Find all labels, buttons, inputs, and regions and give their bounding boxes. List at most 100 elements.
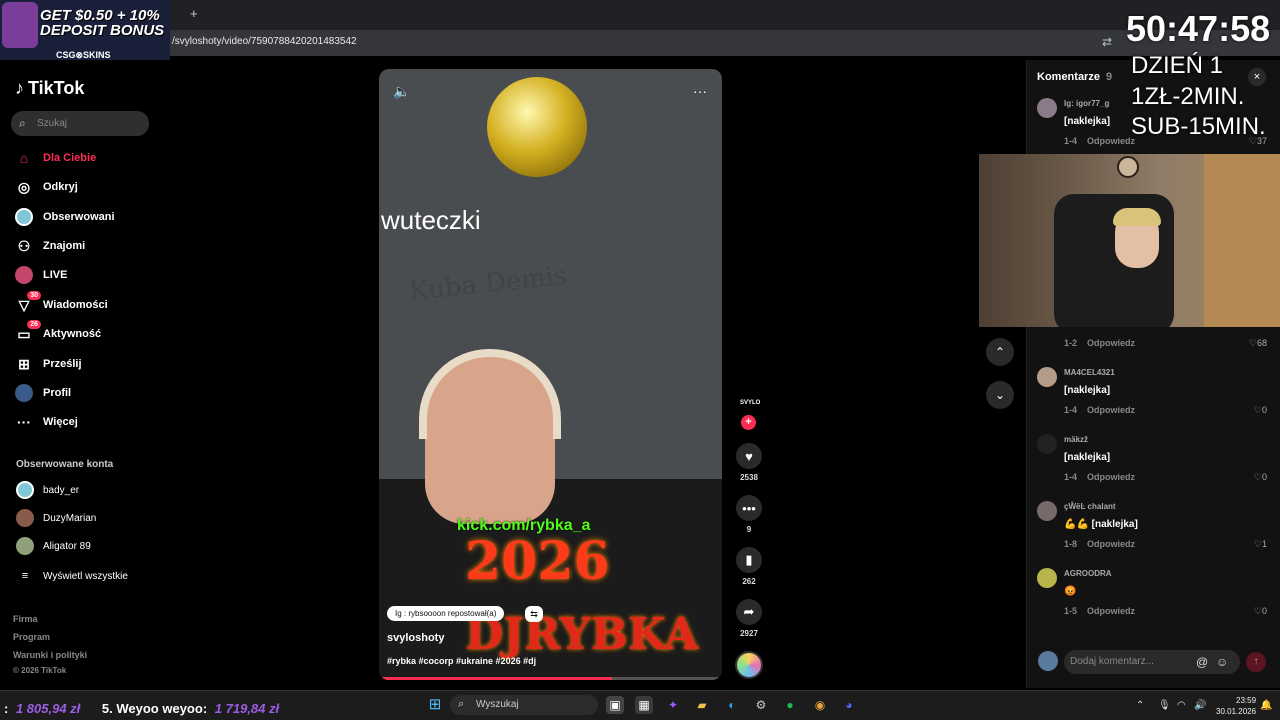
volume-icon[interactable]: 🔊: [1194, 700, 1206, 711]
video-hashtags[interactable]: #rybka #cocorp #ukraine #2026 #dj: [387, 656, 536, 666]
comment-like[interactable]: ♡0: [1254, 405, 1267, 416]
avatar[interactable]: [1037, 568, 1057, 588]
avatar[interactable]: [1037, 367, 1057, 387]
notification-icon[interactable]: 🔔: [1260, 700, 1272, 711]
reply-button[interactable]: Odpowiedz: [1087, 472, 1135, 482]
comment-username[interactable]: mäkzž: [1064, 435, 1088, 444]
chrome-icon[interactable]: ◉: [811, 696, 829, 714]
reply-button[interactable]: Odpowiedz: [1087, 338, 1135, 348]
save-action[interactable]: ▮ 262: [736, 547, 762, 586]
video-author[interactable]: svyloshoty: [387, 632, 444, 644]
messages-badge: 30: [27, 291, 41, 300]
comment-like-count: 68: [1256, 338, 1267, 348]
comment-icon[interactable]: •••: [736, 495, 762, 521]
ad-banner[interactable]: GET $0.50 + 10% DEPOSIT BONUS CSG⊗SKINS: [0, 0, 170, 60]
comment-like[interactable]: ♡0: [1254, 606, 1267, 617]
taskbar-clock[interactable]: 23:59 30.01.2026: [1216, 695, 1256, 717]
taskbar-search[interactable]: ⌕ Wyszukaj: [450, 695, 598, 715]
clock-time: 23:59: [1236, 696, 1257, 705]
sidebar-item-live[interactable]: LIVE: [15, 264, 67, 286]
emoji-icon[interactable]: ☺: [1216, 655, 1228, 669]
task-view-icon[interactable]: ▣: [606, 696, 624, 714]
comment-username[interactable]: çŴëĿ chalant: [1064, 502, 1116, 511]
sidebar-item-label: Wiadomości: [43, 299, 108, 311]
spotify-icon[interactable]: ●: [781, 696, 799, 714]
sidebar-item-more[interactable]: ··· Więcej: [15, 411, 78, 433]
steam-icon[interactable]: ⚙: [752, 696, 770, 714]
file-explorer-icon[interactable]: ▰: [693, 696, 711, 714]
search-icon: ⌕: [458, 698, 465, 710]
show-all-label: Wyświetl wszystkie: [43, 570, 128, 582]
avatar[interactable]: [1037, 501, 1057, 521]
sidebar-item-activity[interactable]: ▭ 26 Aktywność: [15, 320, 101, 345]
copilot-icon[interactable]: ✦: [664, 696, 682, 714]
repost-icon[interactable]: ⇆: [525, 606, 543, 622]
sidebar-item-for-you[interactable]: ⌂ Dla Ciebie: [15, 147, 96, 169]
sidebar-item-upload[interactable]: ⊞ Prześlij: [15, 353, 81, 375]
url-text[interactable]: /svyloshoty/video/7590788420201483542: [172, 36, 357, 47]
comment-like[interactable]: ♡1: [1254, 539, 1267, 550]
comment-input[interactable]: Dodaj komentarz... @ ☺: [1064, 650, 1240, 674]
post-comment-button[interactable]: ↑: [1246, 652, 1266, 672]
avatar[interactable]: [1037, 434, 1057, 454]
clock-date: 30.01.2026: [1216, 707, 1257, 716]
followed-account-name: Aligator 89: [43, 540, 91, 552]
more-options-icon[interactable]: ···: [693, 83, 707, 99]
comment-username[interactable]: AGROODRA: [1064, 569, 1112, 578]
close-comments-button[interactable]: ×: [1248, 68, 1266, 86]
followed-account[interactable]: bady_er: [16, 481, 79, 499]
footer-link-terms[interactable]: Warunki i polityki: [13, 650, 87, 660]
comment-action[interactable]: ••• 9: [736, 495, 762, 534]
sidebar-item-profile[interactable]: Profil: [15, 382, 71, 404]
volume-icon[interactable]: 🔈: [393, 83, 410, 100]
discord-icon[interactable]: ◕: [840, 696, 858, 714]
next-video-button[interactable]: ⌄: [986, 381, 1014, 409]
translate-icon[interactable]: ⇄: [1102, 35, 1112, 49]
music-disc-icon[interactable]: [735, 651, 763, 679]
store-icon[interactable]: ▦: [635, 696, 653, 714]
comment-like[interactable]: ♡0: [1254, 472, 1267, 483]
video-progress-fill: [379, 677, 613, 680]
chevron-down-icon: ⌄: [994, 388, 1006, 402]
previous-video-button[interactable]: ⌃: [986, 338, 1014, 366]
video-progress-bar[interactable]: [379, 677, 722, 680]
like-action[interactable]: ♥ 2538: [736, 443, 762, 482]
stream-rate: 1ZŁ-2MIN.: [1131, 83, 1245, 110]
reply-button[interactable]: Odpowiedz: [1087, 136, 1135, 146]
sidebar-item-label: Profil: [43, 387, 72, 399]
sidebar-item-explore[interactable]: ◎ Odkryj: [15, 176, 78, 198]
tray-overflow-icon[interactable]: ⌃: [1136, 700, 1144, 711]
follow-plus-button[interactable]: +: [741, 415, 756, 430]
mention-icon[interactable]: @: [1196, 655, 1208, 669]
comment-like[interactable]: ♡68: [1249, 338, 1267, 349]
comment-placeholder: Dodaj komentarz...: [1070, 656, 1154, 667]
comment-username[interactable]: Ig: igor77_g: [1064, 99, 1109, 108]
sidebar-item-following[interactable]: Obserwowani: [15, 206, 115, 228]
tiktok-logo[interactable]: ♪ TikTok: [15, 78, 84, 99]
new-tab-button[interactable]: +: [190, 6, 198, 21]
heart-icon[interactable]: ♥: [736, 443, 762, 469]
sidebar-item-friends[interactable]: ⚇ Znajomi: [15, 235, 85, 257]
reply-button[interactable]: Odpowiedz: [1087, 539, 1135, 549]
followed-account[interactable]: Aligator 89: [16, 537, 91, 555]
reply-button[interactable]: Odpowiedz: [1087, 405, 1135, 415]
repost-label[interactable]: Ig : rybsoooon repostował(a): [387, 606, 505, 621]
followed-account[interactable]: DuzyMarian: [16, 509, 96, 527]
share-icon[interactable]: ➦: [736, 599, 762, 625]
footer-link-company[interactable]: Firma: [13, 614, 38, 624]
share-action[interactable]: ➦ 2927: [736, 599, 762, 638]
creator-avatar[interactable]: SVYLO: [740, 400, 760, 406]
edge-icon[interactable]: ◐: [723, 696, 741, 714]
show-all-following-button[interactable]: ≡ Wyświetl wszystkie: [16, 570, 128, 582]
search-input[interactable]: ⌕ Szukaj: [11, 111, 149, 136]
sidebar-item-messages[interactable]: ▽ 30 Wiadomości: [15, 291, 108, 316]
footer-link-program[interactable]: Program: [13, 632, 50, 642]
microphone-icon[interactable]: 🎙: [1158, 700, 1171, 711]
reply-button[interactable]: Odpowiedz: [1087, 606, 1135, 616]
avatar[interactable]: [1037, 98, 1057, 118]
video-player[interactable]: Kuba Demis wuteczki kick.com/rybka_a 202…: [379, 69, 722, 680]
bookmark-icon[interactable]: ▮: [736, 547, 762, 573]
comment-username[interactable]: MA4CEL4321: [1064, 368, 1115, 377]
wifi-icon[interactable]: ◠: [1177, 700, 1186, 711]
windows-start-icon[interactable]: ⊞: [426, 696, 444, 714]
